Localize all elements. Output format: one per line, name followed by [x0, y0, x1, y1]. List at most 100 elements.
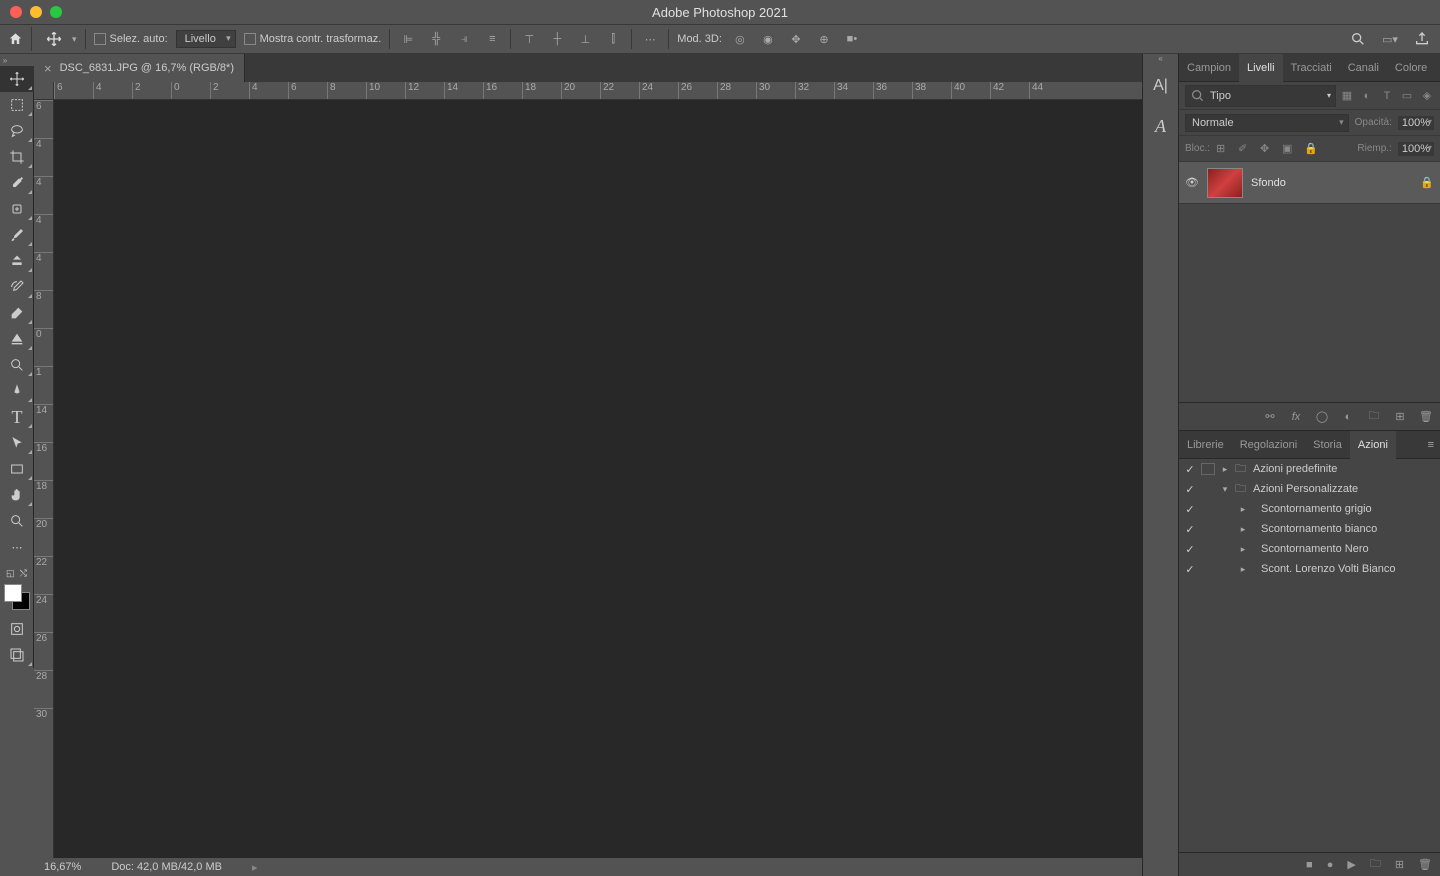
character-panel-icon[interactable]: A| — [1143, 66, 1178, 106]
action-item[interactable]: ✓▸Scontornamento Nero — [1179, 539, 1440, 559]
action-dialog-toggle[interactable] — [1201, 523, 1215, 535]
action-item[interactable]: ✓▸Scontornamento grigio — [1179, 499, 1440, 519]
default-colors-icon[interactable]: ◱ — [6, 568, 15, 582]
align-center-v-icon[interactable]: ┼ — [547, 29, 567, 49]
layer-visibility-icon[interactable]: 👁 — [1185, 176, 1199, 189]
adjustment-layer-icon[interactable]: ◐ — [1340, 411, 1356, 423]
action-check-icon[interactable]: ✓ — [1183, 463, 1197, 476]
more-options-icon[interactable]: ⋯ — [640, 29, 660, 49]
glyphs-panel-icon[interactable]: A — [1143, 106, 1178, 146]
edit-toolbar-button[interactable]: ⋯ — [0, 534, 34, 560]
filter-pixel-icon[interactable]: ▦ — [1340, 89, 1354, 103]
action-item[interactable]: ✓▸Scont. Lorenzo Volti Bianco — [1179, 559, 1440, 579]
panel-tab-tracciati[interactable]: Tracciati — [1283, 54, 1340, 82]
eyedropper-tool[interactable] — [0, 170, 34, 196]
document-tab[interactable]: × DSC_6831.JPG @ 16,7% (RGB/8*) — [34, 54, 245, 82]
align-justify-icon[interactable]: ≡ — [482, 29, 502, 49]
new-layer-icon[interactable]: ⊞ — [1392, 410, 1408, 423]
gradient-tool[interactable] — [0, 326, 34, 352]
3d-slide-icon[interactable]: ⊕ — [814, 29, 834, 49]
hand-tool[interactable] — [0, 482, 34, 508]
layer-filter-search[interactable]: Tipo ▾ — [1185, 85, 1336, 107]
panel-tab-azioni[interactable]: Azioni — [1350, 431, 1396, 459]
filter-shape-icon[interactable]: ▭ — [1400, 89, 1414, 103]
action-check-icon[interactable]: ✓ — [1183, 483, 1197, 496]
lock-image-icon[interactable]: ✐ — [1238, 142, 1252, 155]
healing-brush-tool[interactable] — [0, 196, 34, 222]
auto-select-checkbox[interactable]: Selez. auto: — [94, 33, 168, 45]
panel-menu-icon[interactable]: ≡ — [1435, 62, 1440, 74]
home-button[interactable] — [8, 27, 32, 51]
path-selection-tool[interactable] — [0, 430, 34, 456]
action-check-icon[interactable]: ✓ — [1183, 543, 1197, 556]
action-check-icon[interactable]: ✓ — [1183, 503, 1197, 516]
canvas[interactable] — [54, 100, 1142, 858]
expand-icon[interactable]: ▾ — [1219, 484, 1231, 495]
lock-transparency-icon[interactable]: ⊞ — [1216, 142, 1230, 155]
action-item[interactable]: ✓▾🗀Azioni Personalizzate — [1179, 479, 1440, 499]
layer-group-icon[interactable]: 🗀 — [1366, 407, 1382, 426]
align-right-icon[interactable]: ⫣ — [454, 29, 474, 49]
delete-action-icon[interactable]: 🗑 — [1418, 858, 1432, 871]
distribute-icon[interactable]: ⫿ — [603, 29, 623, 49]
panel-collapse-button[interactable]: « — [1143, 54, 1178, 66]
layer-fx-icon[interactable]: fx — [1288, 411, 1304, 423]
filter-smartobject-icon[interactable]: ◈ — [1420, 89, 1434, 103]
window-minimize-button[interactable] — [30, 6, 42, 18]
link-layers-icon[interactable]: ⚯ — [1262, 410, 1278, 423]
3d-orbit-icon[interactable]: ◎ — [730, 29, 750, 49]
expand-icon[interactable]: ▸ — [1237, 524, 1249, 535]
expand-icon[interactable]: ▸ — [1237, 544, 1249, 555]
blend-mode-dropdown[interactable]: Normale — [1185, 114, 1349, 132]
align-top-icon[interactable]: ⊤ — [519, 29, 539, 49]
panel-tab-storia[interactable]: Storia — [1305, 431, 1350, 459]
rectangle-tool[interactable] — [0, 456, 34, 482]
horizontal-ruler[interactable]: 6420246810121416182022242628303234363840… — [54, 82, 1142, 100]
expand-icon[interactable]: ▸ — [1237, 564, 1249, 575]
panel-tab-colore[interactable]: Colore — [1387, 54, 1435, 82]
auto-select-target-dropdown[interactable]: Livello — [176, 30, 236, 48]
screen-mode-button[interactable] — [0, 642, 34, 668]
align-center-h-icon[interactable]: ╬ — [426, 29, 446, 49]
color-swatches[interactable] — [4, 584, 30, 610]
type-tool[interactable]: T — [0, 404, 34, 430]
3d-roll-icon[interactable]: ◉ — [758, 29, 778, 49]
dodge-tool[interactable] — [0, 352, 34, 378]
ruler-origin[interactable] — [34, 82, 54, 100]
play-action-icon[interactable]: ▶ — [1347, 858, 1355, 871]
expand-icon[interactable]: ▸ — [1237, 504, 1249, 515]
action-dialog-toggle[interactable] — [1201, 503, 1215, 515]
fill-input[interactable]: 100% — [1398, 142, 1434, 156]
action-check-icon[interactable]: ✓ — [1183, 523, 1197, 536]
zoom-tool[interactable] — [0, 508, 34, 534]
window-zoom-button[interactable] — [50, 6, 62, 18]
move-tool[interactable] — [0, 66, 34, 92]
doc-info[interactable]: Doc: 42,0 MB/42,0 MB — [111, 861, 222, 873]
chevron-down-icon[interactable]: ▾ — [72, 34, 77, 45]
panel-menu-icon[interactable]: ≡ — [1422, 439, 1440, 451]
history-brush-tool[interactable] — [0, 274, 34, 300]
delete-layer-icon[interactable]: 🗑 — [1418, 410, 1434, 423]
expand-icon[interactable]: ▸ — [1219, 464, 1231, 475]
close-tab-icon[interactable]: × — [44, 61, 52, 76]
action-item[interactable]: ✓▸🗀Azioni predefinite — [1179, 459, 1440, 479]
workspace-switcher-icon[interactable]: ▭▾ — [1380, 29, 1400, 49]
panel-tab-librerie[interactable]: Librerie — [1179, 431, 1232, 459]
action-dialog-toggle[interactable] — [1201, 563, 1215, 575]
move-tool-icon[interactable] — [44, 29, 64, 49]
lasso-tool[interactable] — [0, 118, 34, 144]
panel-tab-regolazioni[interactable]: Regolazioni — [1232, 431, 1305, 459]
align-left-icon[interactable]: ⊫ — [398, 29, 418, 49]
stop-action-icon[interactable]: ■ — [1306, 859, 1313, 871]
opacity-input[interactable]: 100% — [1398, 116, 1434, 130]
panel-tab-campion[interactable]: Campion — [1179, 54, 1239, 82]
clone-stamp-tool[interactable] — [0, 248, 34, 274]
3d-camera-icon[interactable]: ■• — [842, 29, 862, 49]
new-action-icon[interactable]: ⊞ — [1395, 858, 1404, 871]
action-dialog-toggle[interactable] — [1201, 483, 1215, 495]
action-dialog-toggle[interactable] — [1201, 463, 1215, 475]
lock-all-icon[interactable]: 🔒 — [1304, 142, 1318, 155]
pen-tool[interactable] — [0, 378, 34, 404]
marquee-tool[interactable] — [0, 92, 34, 118]
action-check-icon[interactable]: ✓ — [1183, 563, 1197, 576]
